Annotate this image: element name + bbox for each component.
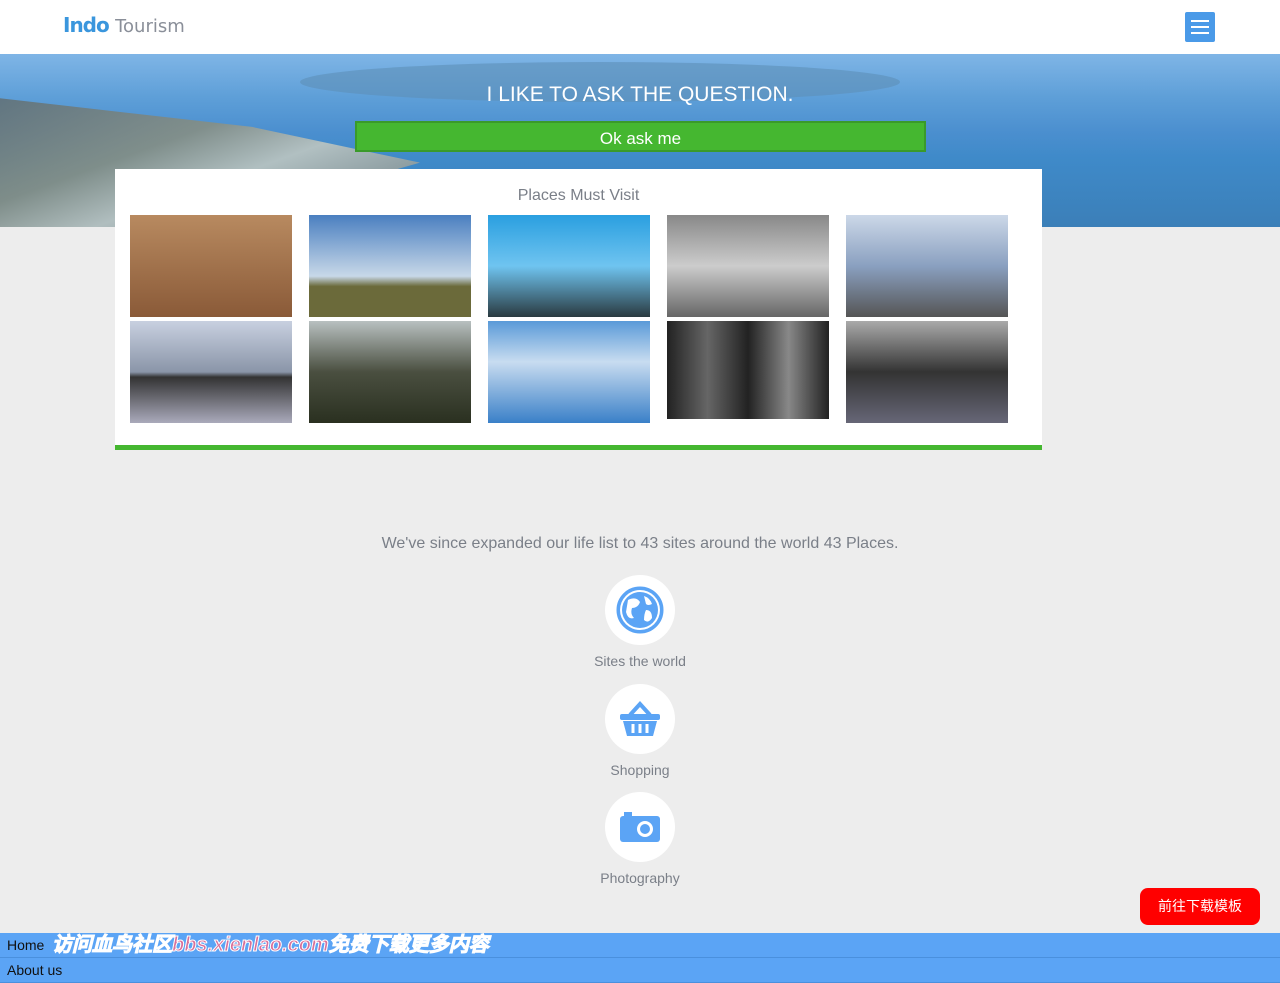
place-photo-coastline[interactable]	[488, 321, 650, 423]
place-photo-hill-path[interactable]	[309, 215, 471, 317]
feature-shopping[interactable]: Shopping	[560, 684, 720, 778]
place-photo-pine-forest[interactable]	[667, 321, 829, 419]
places-card: Places Must Visit	[115, 169, 1042, 450]
logo[interactable]: Indo Tourism	[63, 13, 185, 37]
watermark: 访问血鸟社区bbs.xienlao.com免费下载更多内容	[52, 934, 490, 957]
place-photo-stone-carving[interactable]	[667, 215, 829, 317]
place-photo-sunset-boat[interactable]	[130, 215, 292, 317]
globe-icon	[616, 586, 664, 634]
place-photo-lake-reflection[interactable]	[130, 321, 292, 423]
feature-sites[interactable]: Sites the world	[560, 575, 720, 669]
ask-button[interactable]: Ok ask me	[355, 121, 926, 152]
feature-photography[interactable]: Photography	[560, 792, 720, 886]
place-photo-forest-hillside[interactable]	[309, 321, 471, 423]
place-photo-forest-pond[interactable]	[846, 321, 1008, 423]
nav-about[interactable]: About us	[0, 958, 1280, 983]
stats-text: We've since expanded our life list to 43…	[381, 535, 899, 552]
download-template-button[interactable]: 前往下载模板	[1140, 888, 1260, 925]
hamburger-icon[interactable]	[1185, 12, 1215, 42]
header: Indo Tourism	[0, 0, 1280, 54]
place-photo-mountain-sky[interactable]	[488, 215, 650, 317]
camera-icon	[620, 812, 660, 842]
place-photo-rocky-shore[interactable]	[846, 215, 1008, 317]
hero-title: I LIKE TO ASK THE QUESTION.	[486, 83, 794, 106]
basket-icon	[620, 701, 660, 736]
places-title: Places Must Visit	[517, 187, 640, 204]
